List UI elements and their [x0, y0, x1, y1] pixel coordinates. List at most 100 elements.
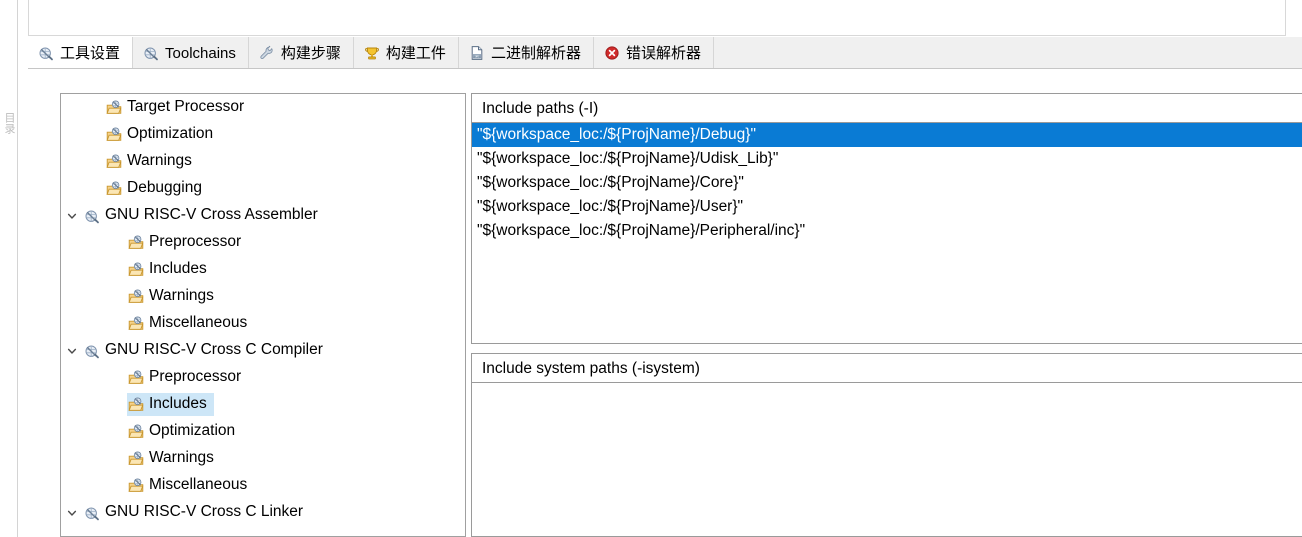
- tool-icon: [83, 343, 101, 359]
- tree-item-label: Warnings: [127, 152, 192, 169]
- list-item[interactable]: "${workspace_loc:/${ProjName}/Debug}": [472, 123, 1302, 147]
- tab-label: 构建步骤: [280, 44, 341, 62]
- field-column: Include paths (-I) "${workspace_loc:/${P…: [471, 93, 1302, 537]
- tree-item-label: Miscellaneous: [149, 314, 248, 331]
- folder-tool-icon: [105, 180, 123, 197]
- svg-text:010: 010: [474, 54, 481, 58]
- tree-item-label: GNU RISC-V Cross C Linker: [105, 503, 304, 520]
- folder-tool-icon: [127, 315, 145, 332]
- tree-item-content: Warnings: [105, 150, 199, 173]
- include-paths-list[interactable]: "${workspace_loc:/${ProjName}/Debug}" "${…: [471, 122, 1302, 344]
- folder-tool-icon: [105, 99, 123, 116]
- tree-item-content: Warnings: [127, 285, 221, 308]
- folder-tool-icon: [127, 369, 145, 386]
- tree-item-gnu-risc-v-cross-c-compiler[interactable]: GNU RISC-V Cross C Compiler: [61, 337, 465, 364]
- chevron-down-icon[interactable]: [61, 507, 83, 519]
- tab-4[interactable]: 构建工件: [353, 37, 459, 68]
- tree-item-label: Preprocessor: [149, 368, 242, 385]
- tree-item-content: GNU RISC-V Cross C Compiler: [83, 339, 330, 362]
- tree-item-content: Includes: [127, 393, 214, 416]
- tab-3[interactable]: 构建步骤: [248, 37, 354, 68]
- tool-settings-icon: [38, 45, 54, 61]
- left-strip-vertical-label: 目录: [3, 112, 15, 134]
- tree-item-label: Preprocessor: [149, 233, 242, 250]
- tree-item-gnu-risc-v-cross-c-linker[interactable]: GNU RISC-V Cross C Linker: [61, 499, 465, 526]
- folder-tool-icon: [127, 477, 145, 494]
- tab-1[interactable]: 工具设置: [28, 37, 134, 68]
- tab-label: 错误解析器: [625, 44, 701, 62]
- tree-item-content: Target Processor: [105, 96, 251, 119]
- tab-content-area: Target Processor Optimization Warnings Debu…: [28, 69, 1302, 537]
- tree-item-content: Miscellaneous: [127, 312, 254, 335]
- include-paths-group: Include paths (-I) "${workspace_loc:/${P…: [471, 93, 1302, 344]
- tree-item-label: Miscellaneous: [149, 476, 248, 493]
- chevron-down-icon[interactable]: [61, 210, 83, 222]
- tree-item-label: GNU RISC-V Cross Assembler: [105, 206, 318, 223]
- tree-item-miscellaneous[interactable]: Miscellaneous: [61, 310, 465, 337]
- folder-tool-icon: [127, 423, 145, 440]
- tree-item-label: Warnings: [149, 287, 214, 304]
- tree-item-content: GNU RISC-V Cross C Linker: [83, 501, 310, 524]
- tree-item-label: Optimization: [149, 422, 236, 439]
- tree-item-label: Debugging: [127, 179, 202, 196]
- tree-item-content: GNU RISC-V Cross Assembler: [83, 204, 325, 227]
- build-steps-icon: [259, 45, 275, 61]
- chevron-down-icon[interactable]: [61, 345, 83, 357]
- tree-item-content: Debugging: [105, 177, 209, 200]
- tree-item-includes[interactable]: Includes: [61, 391, 465, 418]
- tool-settings-tree[interactable]: Target Processor Optimization Warnings Debu…: [60, 93, 466, 537]
- tree-item-debugging[interactable]: Debugging: [61, 175, 465, 202]
- tool-icon: [83, 208, 101, 224]
- include-system-paths-label: Include system paths (-isystem): [471, 353, 1302, 382]
- tab-label: 工具设置: [60, 44, 121, 62]
- tree-item-content: Miscellaneous: [127, 474, 254, 497]
- tree-item-warnings[interactable]: Warnings: [61, 445, 465, 472]
- include-system-paths-group: Include system paths (-isystem): [471, 353, 1302, 537]
- list-item[interactable]: "${workspace_loc:/${ProjName}/Core}": [472, 171, 1302, 195]
- tree-item-gnu-risc-v-cross-assembler[interactable]: GNU RISC-V Cross Assembler: [61, 202, 465, 229]
- tree-item-preprocessor[interactable]: Preprocessor: [61, 229, 465, 256]
- tree-item-label: Target Processor: [127, 98, 245, 115]
- tree-item-warnings[interactable]: Warnings: [61, 148, 465, 175]
- tab-label: 构建工件: [385, 44, 446, 62]
- folder-tool-icon: [127, 261, 145, 278]
- list-item[interactable]: "${workspace_loc:/${ProjName}/User}": [472, 195, 1302, 219]
- tab-label: Toolchains: [165, 44, 236, 62]
- folder-tool-icon: [105, 153, 123, 170]
- toolchains-icon: [143, 45, 159, 61]
- tab-2[interactable]: Toolchains: [133, 37, 249, 68]
- folder-tool-icon: [127, 396, 145, 413]
- tree-item-warnings[interactable]: Warnings: [61, 283, 465, 310]
- tree-item-optimization[interactable]: Optimization: [61, 418, 465, 445]
- list-item[interactable]: "${workspace_loc:/${ProjName}/Peripheral…: [472, 219, 1302, 243]
- tree-item-label: Includes: [149, 260, 207, 277]
- tab-6[interactable]: 错误解析器: [593, 37, 714, 68]
- folder-tool-icon: [105, 126, 123, 143]
- tree-item-label: GNU RISC-V Cross C Compiler: [105, 341, 323, 358]
- tree-item-content: Preprocessor: [127, 366, 248, 389]
- tree-item-content: Warnings: [127, 447, 221, 470]
- tab-bar: 工具设置 Toolchains 构建步骤 构建工件 010 二进制解析器 错误解析器: [28, 37, 1302, 69]
- tool-icon: [83, 505, 101, 521]
- tree-item-label: Includes: [149, 395, 207, 412]
- folder-tool-icon: [127, 450, 145, 467]
- tab-5[interactable]: 010 二进制解析器: [458, 37, 594, 68]
- include-paths-label: Include paths (-I): [471, 93, 1302, 122]
- tool-settings-tabfolder: 工具设置 Toolchains 构建步骤 构建工件 010 二进制解析器 错误解析器 Tar…: [28, 37, 1302, 537]
- binary-parser-icon: 010: [469, 45, 485, 61]
- tree-item-content: Includes: [127, 258, 214, 281]
- folder-tool-icon: [127, 288, 145, 305]
- properties-page: Configuration: Obj [活动] 工具设置 Toolchains 构建…: [19, 0, 1302, 537]
- tree-item-content: Preprocessor: [127, 231, 248, 254]
- list-item[interactable]: "${workspace_loc:/${ProjName}/Udisk_Lib}…: [472, 147, 1302, 171]
- tree-item-target-processor[interactable]: Target Processor: [61, 94, 465, 121]
- tree-item-miscellaneous[interactable]: Miscellaneous: [61, 472, 465, 499]
- tree-item-content: Optimization: [127, 420, 242, 443]
- tree-item-preprocessor[interactable]: Preprocessor: [61, 364, 465, 391]
- tab-label: 二进制解析器: [490, 44, 581, 62]
- build-artifact-icon: [364, 45, 380, 61]
- tree-item-includes[interactable]: Includes: [61, 256, 465, 283]
- error-parser-icon: [604, 45, 620, 61]
- include-system-paths-list[interactable]: [471, 382, 1302, 537]
- tree-item-optimization[interactable]: Optimization: [61, 121, 465, 148]
